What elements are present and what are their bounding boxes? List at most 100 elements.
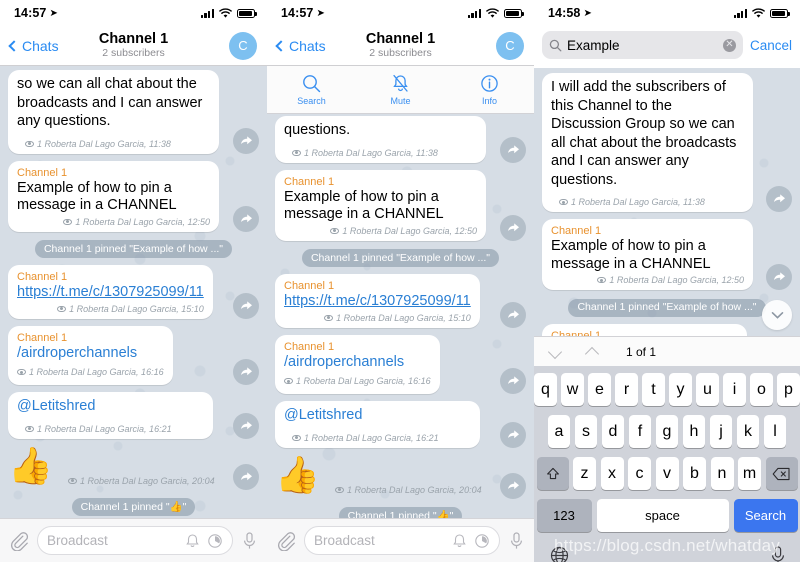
message-bubble[interactable]: Channel 1 /airdroperchannels 1 Roberta D… xyxy=(8,325,173,385)
share-button[interactable] xyxy=(233,412,259,439)
key-f[interactable]: f xyxy=(628,415,652,448)
key-w[interactable]: w xyxy=(561,373,584,406)
numbers-key[interactable]: 123 xyxy=(536,499,592,532)
key-p[interactable]: p xyxy=(777,373,800,406)
attach-icon[interactable] xyxy=(276,531,296,551)
message-bubble[interactable]: Channel 1 Example of how to pin a messag… xyxy=(8,160,219,232)
key-s[interactable]: s xyxy=(574,415,598,448)
search-input[interactable]: Example ✕ xyxy=(542,31,743,59)
message-row[interactable]: @Letitshred 1 Roberta Dal Lago Garcia, 1… xyxy=(275,401,526,448)
emoji-message-row[interactable]: 👍 1 Roberta Dal Lago Garcia, 20:04 xyxy=(275,454,526,499)
message-bubble[interactable]: questions. 1 Roberta Dal Lago Garcia, 11… xyxy=(275,116,486,163)
message-bubble[interactable]: I will add the subscribers of this Chann… xyxy=(542,73,753,212)
microphone-icon[interactable] xyxy=(241,531,258,551)
message-row[interactable]: Channel 1 /airdroperchannels 1 Roberta D… xyxy=(275,334,526,394)
message-row[interactable]: so we can all chat about the broadcasts … xyxy=(8,70,259,154)
timer-icon[interactable] xyxy=(207,533,223,549)
cancel-search-button[interactable]: Cancel xyxy=(750,38,792,53)
message-row[interactable]: Channel 1 https://t.me/c/1307925099/11 1… xyxy=(275,274,526,328)
space-key[interactable]: space xyxy=(596,499,729,532)
share-button[interactable] xyxy=(766,186,792,212)
search-prev-button[interactable] xyxy=(548,344,563,359)
message-bubble[interactable]: Channel 1 /airdroperchannels 1 Roberta D… xyxy=(275,334,440,394)
key-x[interactable]: x xyxy=(600,457,624,490)
globe-icon[interactable] xyxy=(549,545,570,562)
message-row[interactable]: Channel 1 https://t.me/c/1307925099/11 1… xyxy=(8,265,259,319)
message-bubble[interactable]: @Letitshred 1 Roberta Dal Lago Garcia, 1… xyxy=(8,392,213,439)
broadcast-input[interactable]: Broadcast xyxy=(37,526,233,555)
share-button[interactable] xyxy=(233,359,259,385)
message-link[interactable]: https://t.me/c/1307925099/11 xyxy=(284,293,471,311)
key-d[interactable]: d xyxy=(601,415,625,448)
bell-icon[interactable] xyxy=(185,533,200,549)
shift-key[interactable] xyxy=(536,457,569,490)
key-l[interactable]: l xyxy=(763,415,787,448)
message-bubble[interactable]: Channel 1 Example of how to pin a messag… xyxy=(542,219,753,290)
microphone-icon[interactable] xyxy=(770,545,786,562)
share-button[interactable] xyxy=(500,421,526,448)
chat-scroll-area[interactable]: questions. 1 Roberta Dal Lago Garcia, 11… xyxy=(267,114,534,518)
key-v[interactable]: v xyxy=(655,457,679,490)
share-button[interactable] xyxy=(500,472,526,499)
message-row[interactable]: Channel 1 https://t.me/c/1307925099/11 1… xyxy=(542,323,792,336)
message-row[interactable]: I will add the subscribers of this Chann… xyxy=(542,73,792,212)
key-o[interactable]: o xyxy=(750,373,773,406)
emoji-message-row[interactable]: 👍 1 Roberta Dal Lago Garcia, 20:04 xyxy=(8,445,259,490)
key-m[interactable]: m xyxy=(738,457,761,490)
action-info[interactable]: Info xyxy=(445,66,534,113)
key-c[interactable]: c xyxy=(628,457,651,490)
key-i[interactable]: i xyxy=(723,373,746,406)
share-button[interactable] xyxy=(233,127,259,154)
chat-scroll-area[interactable]: I will add the subscribers of this Chann… xyxy=(534,68,800,336)
message-bubble[interactable]: Channel 1 Example of how to pin a messag… xyxy=(275,169,486,241)
key-q[interactable]: q xyxy=(534,373,557,406)
action-search[interactable]: Search xyxy=(267,66,356,113)
key-j[interactable]: j xyxy=(709,415,733,448)
search-next-button[interactable] xyxy=(585,344,600,359)
message-row[interactable]: @Letitshred 1 Roberta Dal Lago Garcia, 1… xyxy=(8,392,259,439)
search-key[interactable]: Search xyxy=(733,499,798,532)
backspace-key[interactable] xyxy=(765,457,798,490)
broadcast-input[interactable]: Broadcast xyxy=(304,526,500,555)
key-h[interactable]: h xyxy=(682,415,706,448)
message-mention[interactable]: @Letitshred xyxy=(17,398,95,414)
bell-icon[interactable] xyxy=(452,533,467,549)
message-row[interactable]: Channel 1 /airdroperchannels 1 Roberta D… xyxy=(8,325,259,385)
attach-icon[interactable] xyxy=(9,531,29,551)
key-e[interactable]: e xyxy=(588,373,611,406)
key-z[interactable]: z xyxy=(573,457,596,490)
scroll-to-bottom-button[interactable] xyxy=(762,300,792,330)
back-to-chats-button[interactable]: Chats xyxy=(275,38,326,54)
message-command[interactable]: /airdroperchannels xyxy=(284,354,431,372)
message-bubble[interactable]: Channel 1 https://t.me/c/1307925099/11 1… xyxy=(275,274,480,328)
key-t[interactable]: t xyxy=(642,373,665,406)
action-mute[interactable]: Mute xyxy=(356,66,445,113)
message-bubble[interactable]: Channel 1 https://t.me/c/1307925099/11 1… xyxy=(8,265,213,319)
share-button[interactable] xyxy=(500,214,526,241)
message-bubble[interactable]: Channel 1 https://t.me/c/1307925099/11 1… xyxy=(542,323,747,336)
message-row[interactable]: Channel 1 Example of how to pin a messag… xyxy=(8,160,259,232)
key-r[interactable]: r xyxy=(615,373,638,406)
key-a[interactable]: a xyxy=(547,415,571,448)
back-to-chats-button[interactable]: Chats xyxy=(8,38,59,54)
timer-icon[interactable] xyxy=(474,533,490,549)
avatar[interactable]: C xyxy=(496,31,524,60)
message-link[interactable]: https://t.me/c/1307925099/11 xyxy=(17,284,204,302)
share-button[interactable] xyxy=(233,463,259,490)
message-bubble[interactable]: so we can all chat about the broadcasts … xyxy=(8,70,219,154)
key-y[interactable]: y xyxy=(669,373,692,406)
microphone-icon[interactable] xyxy=(508,531,525,551)
share-button[interactable] xyxy=(500,368,526,394)
chat-scroll-area[interactable]: so we can all chat about the broadcasts … xyxy=(0,66,267,518)
message-mention[interactable]: @Letitshred xyxy=(284,407,362,423)
share-button[interactable] xyxy=(500,136,526,163)
message-bubble[interactable]: @Letitshred 1 Roberta Dal Lago Garcia, 1… xyxy=(275,401,480,448)
message-command[interactable]: /airdroperchannels xyxy=(17,345,164,363)
message-row[interactable]: Channel 1 Example of how to pin a messag… xyxy=(275,169,526,241)
avatar[interactable]: C xyxy=(229,31,257,60)
clear-search-icon[interactable]: ✕ xyxy=(722,38,736,52)
key-u[interactable]: u xyxy=(696,373,719,406)
key-b[interactable]: b xyxy=(683,457,706,490)
message-row[interactable]: questions. 1 Roberta Dal Lago Garcia, 11… xyxy=(275,116,526,163)
share-button[interactable] xyxy=(233,205,259,232)
